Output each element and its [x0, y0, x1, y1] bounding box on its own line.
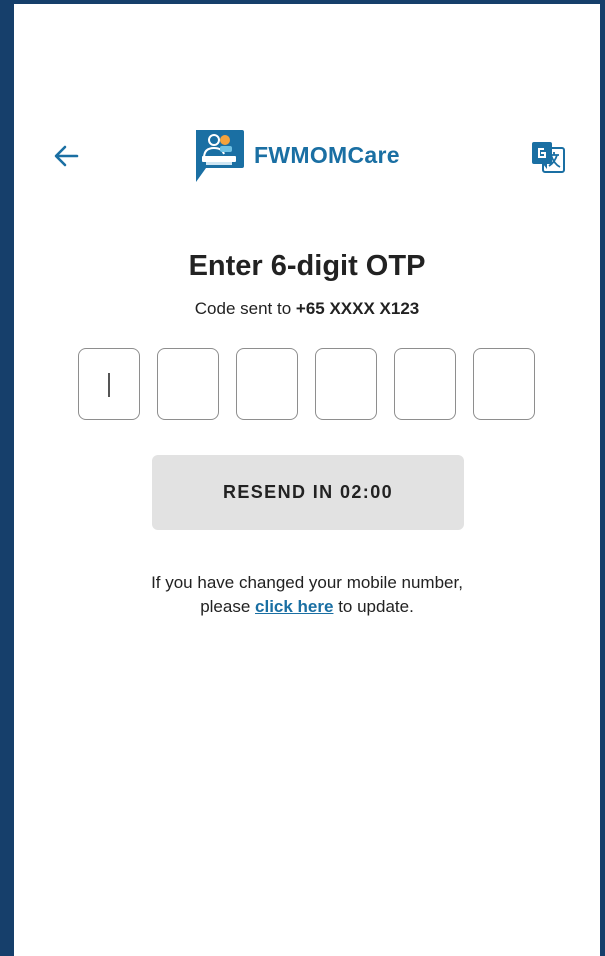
app-logo-icon — [196, 130, 244, 182]
arrow-left-icon — [54, 145, 79, 167]
otp-digit-input-3[interactable] — [236, 348, 298, 420]
app-screen: FWMOMCare Enter 6-digit OTP Code sent to… — [0, 0, 605, 956]
otp-subtitle: Code sent to +65 XXXX X123 — [14, 299, 600, 319]
info-prefix: please — [200, 597, 256, 616]
back-button[interactable] — [50, 140, 82, 172]
subtitle-prefix: Code sent to — [194, 299, 296, 318]
otp-digit-input-1[interactable] — [78, 348, 140, 420]
otp-digit-input-5[interactable] — [394, 348, 456, 420]
otp-digit-input-6[interactable] — [473, 348, 535, 420]
masked-phone-number: +65 XXXX X123 — [295, 299, 420, 318]
brand: FWMOMCare — [192, 128, 400, 188]
top-bar: FWMOMCare — [14, 128, 600, 188]
page-title: Enter 6-digit OTP — [188, 250, 426, 282]
resend-otp-button[interactable]: RESEND IN 02:00 — [152, 455, 464, 530]
app-name: FWMOMCare — [254, 142, 400, 168]
otp-input-group — [78, 348, 538, 420]
otp-digit-input-2[interactable] — [157, 348, 219, 420]
google-translate-icon — [532, 142, 565, 173]
update-number-link[interactable]: click here — [255, 597, 333, 616]
info-line-2: please click here to update. — [14, 595, 600, 619]
text-cursor — [108, 373, 110, 397]
info-line-1: If you have changed your mobile number, — [151, 573, 463, 592]
change-number-info: If you have changed your mobile number, … — [14, 571, 600, 619]
resend-label: RESEND IN 02:00 — [222, 482, 394, 502]
info-suffix: to update. — [333, 597, 414, 616]
translate-button[interactable] — [530, 140, 566, 174]
otp-digit-input-4[interactable] — [315, 348, 377, 420]
